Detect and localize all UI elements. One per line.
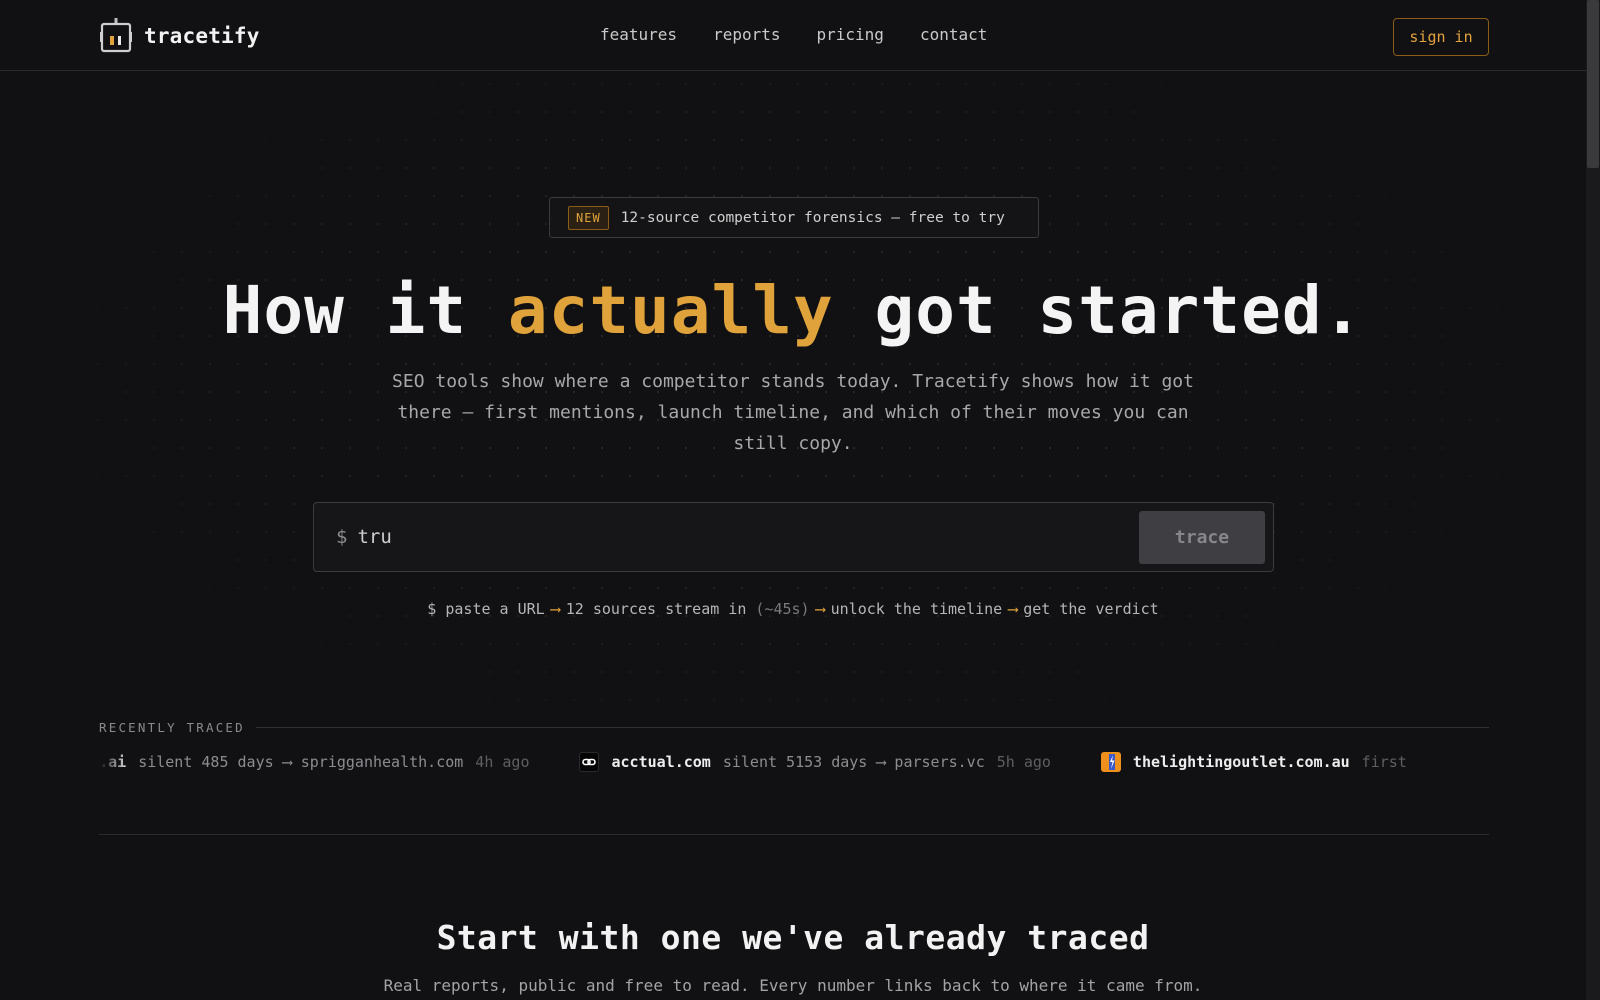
step-sources: 12 sources stream in — [565, 600, 747, 618]
prompt-symbol: $ — [336, 526, 348, 548]
recently-traced-ticker: gan.ai silent 485 days ⟶ sprigganhealth.… — [99, 752, 1489, 780]
ticker-meta: first — [1361, 753, 1407, 771]
trace-search-bar: $ trace — [313, 502, 1274, 572]
nav-contact[interactable]: contact — [920, 25, 987, 44]
section-title: Start with one we've already traced — [436, 918, 1150, 957]
nav-pricing[interactable]: pricing — [817, 25, 884, 44]
divider — [256, 727, 1489, 728]
ticker-item[interactable]: acctual.com silent 5153 days ⟶ parsers.v… — [579, 752, 1051, 772]
hero-title-accent: actually — [507, 272, 834, 349]
arrow-icon: ⟶ — [1008, 600, 1018, 618]
nav-features[interactable]: features — [600, 25, 677, 44]
ticker-domain: gan.ai — [99, 753, 127, 771]
step-duration: (~45s) — [755, 600, 810, 618]
ticker-item[interactable]: gan.ai silent 485 days ⟶ sprigganhealth.… — [99, 753, 529, 771]
hero-subtitle: SEO tools show where a competitor stands… — [392, 371, 1194, 454]
new-tag: NEW — [568, 205, 609, 230]
sign-in-button[interactable]: sign in — [1393, 18, 1489, 56]
arrow-icon: ⟶ — [815, 600, 825, 618]
ticker-item[interactable]: thelightingoutlet.com.au first — [1100, 752, 1407, 772]
announcement-badge[interactable]: NEW 12-source competitor forensics — fre… — [549, 197, 1039, 238]
section-subtitle: Real reports, public and free to read. E… — [383, 976, 1203, 995]
brand-name: tracetify — [144, 24, 260, 48]
ticker-time: 5h ago — [996, 753, 1051, 771]
site-header: tracetify features reports pricing conta… — [0, 0, 1586, 71]
url-input[interactable] — [357, 526, 1139, 548]
recently-traced-label: RECENTLY TRACED — [99, 720, 245, 735]
main-nav: features reports pricing contact — [600, 25, 987, 44]
scrollbar[interactable] — [1586, 0, 1600, 1000]
ticker-domain: acctual.com — [611, 753, 711, 771]
step-unlock: unlock the timeline — [830, 600, 1003, 618]
section-divider — [99, 834, 1489, 835]
hero-title-part-2: got started. — [874, 272, 1364, 349]
hero-title: How it actually got started. — [0, 272, 1586, 349]
ticker-meta: silent 485 days ⟶ sprigganhealth.com — [138, 753, 464, 771]
nav-reports[interactable]: reports — [713, 25, 780, 44]
step-verdict: get the verdict — [1023, 600, 1159, 618]
ticker-meta: silent 5153 days ⟶ parsers.vc — [722, 753, 985, 771]
ticker-time: 4h ago — [475, 753, 530, 771]
hero-title-part-1: How it — [222, 272, 468, 349]
robot-logo-icon — [100, 18, 132, 53]
step-paste-url: $ paste a URL — [427, 600, 545, 618]
badge-text: 12-source competitor forensics — free to… — [620, 209, 1005, 226]
brand[interactable]: tracetify — [100, 18, 260, 54]
how-it-works-steps: $ paste a URL ⟶ 12 sources stream in (~45s… — [0, 600, 1586, 618]
ticker-domain: thelightingoutlet.com.au — [1132, 753, 1350, 771]
link-icon — [579, 752, 600, 772]
arrow-icon: ⟶ — [550, 600, 560, 618]
trace-button[interactable]: trace — [1139, 510, 1265, 564]
scrollbar-thumb[interactable] — [1587, 0, 1599, 168]
lightning-icon — [1100, 752, 1121, 772]
